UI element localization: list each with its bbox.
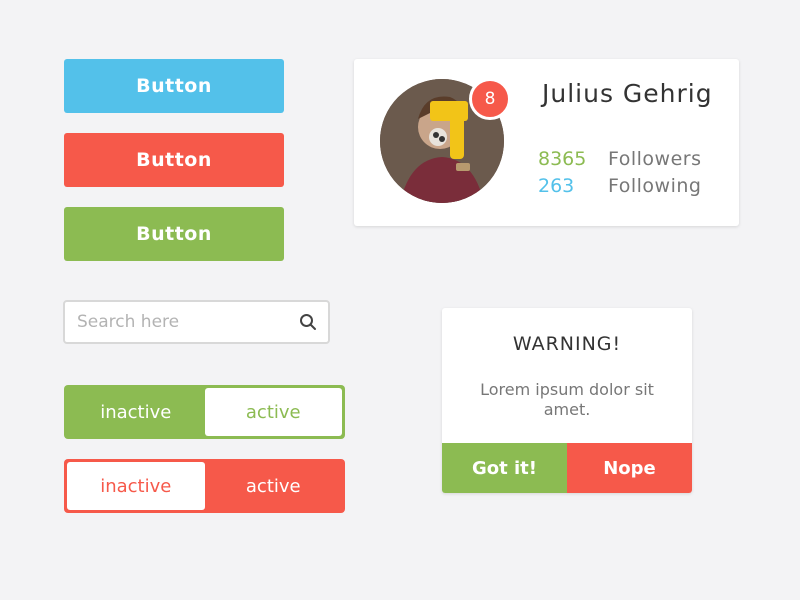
warning-dialog: WARNING! Lorem ipsum dolor sit amet. Got… — [442, 308, 692, 493]
profile-card: 8 Julius Gehrig 8365 Followers 263 Follo… — [354, 59, 739, 226]
toggle-green: inactive active — [64, 385, 345, 439]
profile-name: Julius Gehrig — [542, 79, 713, 108]
blue-button[interactable]: Button — [64, 59, 284, 113]
toggle-red-active[interactable]: active — [205, 462, 343, 510]
toggle-red-inactive[interactable]: inactive — [67, 462, 205, 510]
search-icon[interactable] — [298, 312, 318, 332]
toggle-green-inactive[interactable]: inactive — [67, 388, 205, 436]
got-it-button[interactable]: Got it! — [442, 443, 567, 493]
following-label: Following — [608, 175, 702, 197]
search-box — [63, 300, 330, 344]
red-button[interactable]: Button — [64, 133, 284, 187]
toggle-red: inactive active — [64, 459, 345, 513]
following-stat[interactable]: 263 Following — [538, 175, 701, 197]
nope-button[interactable]: Nope — [567, 443, 692, 493]
dialog-buttons: Got it! Nope — [442, 443, 692, 493]
dialog-message: Lorem ipsum dolor sit amet. — [480, 380, 654, 419]
notification-badge: 8 — [469, 78, 511, 120]
toggle-green-active[interactable]: active — [204, 388, 342, 436]
following-count: 263 — [538, 175, 575, 197]
search-input[interactable] — [77, 312, 298, 332]
followers-stat[interactable]: 8365 Followers — [538, 148, 702, 170]
followers-count: 8365 — [538, 148, 587, 170]
green-button[interactable]: Button — [64, 207, 284, 261]
followers-label: Followers — [608, 148, 702, 170]
dialog-title: WARNING! — [512, 333, 622, 355]
